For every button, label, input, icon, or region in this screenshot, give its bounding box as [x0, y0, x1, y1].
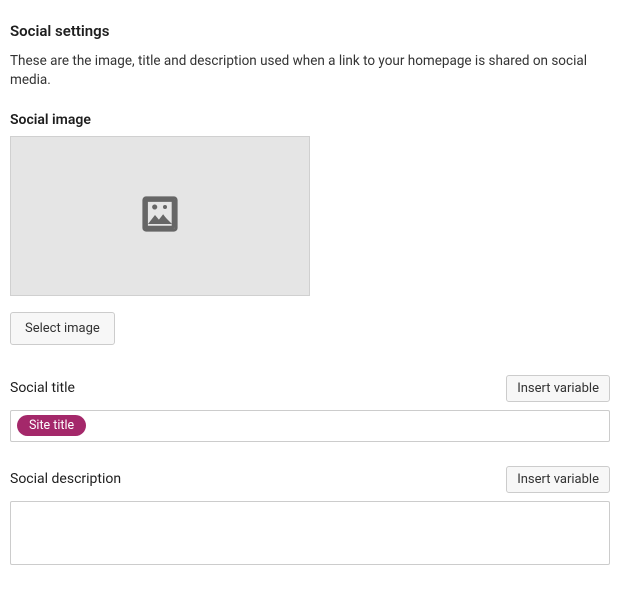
social-title-label: Social title	[10, 380, 75, 396]
social-image-field: Social image Select image	[10, 112, 614, 345]
social-description-field: Social description Insert variable	[10, 466, 614, 565]
social-image-label: Social image	[10, 112, 614, 128]
social-description-label: Social description	[10, 471, 121, 487]
section-title: Social settings	[10, 22, 614, 40]
section-description: These are the image, title and descripti…	[10, 52, 614, 90]
social-title-field: Social title Insert variable Site title	[10, 375, 614, 442]
select-image-button[interactable]: Select image	[10, 312, 115, 345]
social-description-input[interactable]	[10, 501, 610, 565]
social-title-input[interactable]: Site title	[10, 410, 610, 442]
insert-variable-button-description[interactable]: Insert variable	[506, 466, 610, 493]
image-placeholder-icon	[136, 190, 184, 242]
social-image-preview[interactable]	[10, 136, 310, 296]
insert-variable-button-title[interactable]: Insert variable	[506, 375, 610, 402]
variable-chip-site-title[interactable]: Site title	[17, 415, 86, 436]
